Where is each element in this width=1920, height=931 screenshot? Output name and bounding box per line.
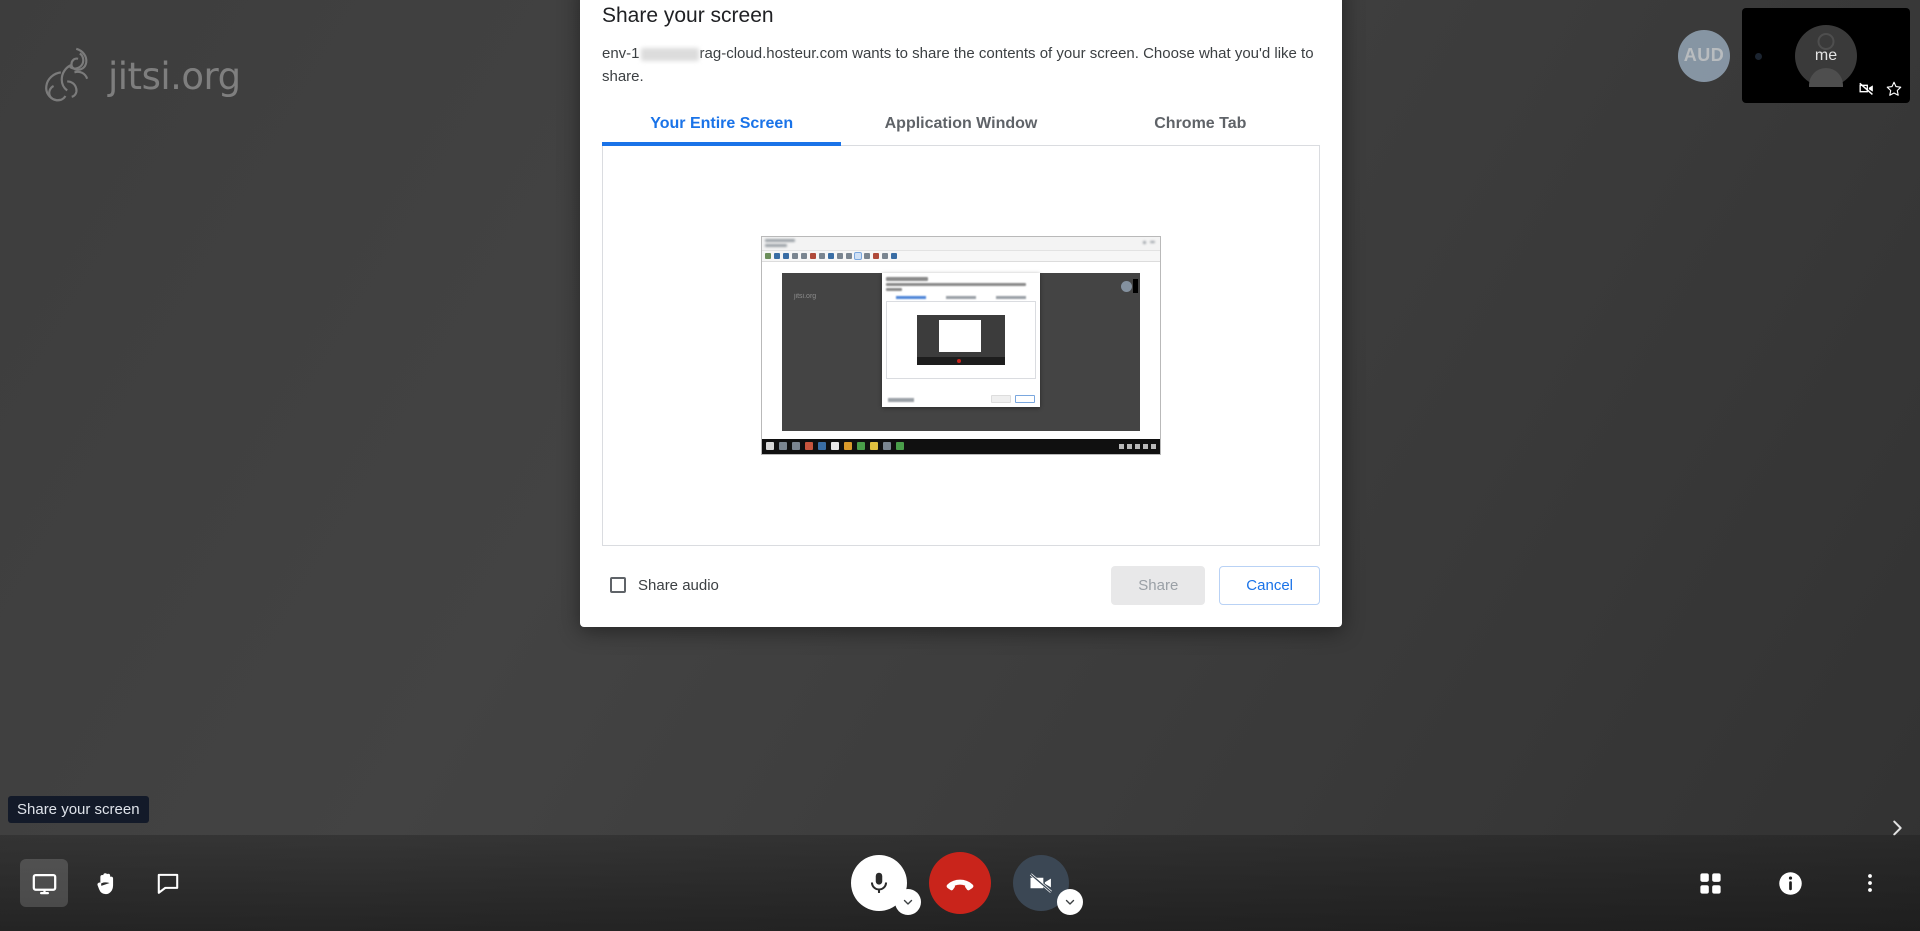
- captured-jitsi-view: jitsi.org: [782, 272, 1140, 431]
- camera-disabled-icon: [1029, 873, 1052, 893]
- captured-watermark: jitsi.org: [794, 292, 817, 300]
- tab-chrome-tab[interactable]: Chrome Tab: [1081, 109, 1320, 145]
- tab-entire-screen[interactable]: Your Entire Screen: [602, 109, 842, 146]
- raise-hand-button[interactable]: [82, 859, 130, 907]
- microphone-menu-button[interactable]: [895, 889, 921, 915]
- tile-view-button[interactable]: [1686, 859, 1734, 907]
- camera-disabled-icon: [1859, 82, 1873, 96]
- raised-hand-icon: [97, 872, 113, 894]
- self-avatar: me: [1795, 24, 1857, 87]
- toolbar-left-group: [20, 859, 192, 907]
- phone-hangup-icon: [946, 879, 974, 891]
- avatar-initials: AUD: [1683, 45, 1725, 65]
- more-vertical-icon: [1868, 874, 1872, 892]
- hangup-button[interactable]: [929, 852, 991, 914]
- captured-window-titlebar: [762, 236, 1160, 251]
- toolbar-right-group: [1686, 859, 1894, 907]
- jitsi-watermark: jitsi.org: [40, 45, 241, 107]
- screen-share-icon: [32, 873, 56, 894]
- share-screen-tooltip: Share your screen: [8, 796, 149, 823]
- dialog-title: Share your screen: [602, 4, 774, 27]
- tile-view-icon: [1699, 872, 1721, 894]
- captured-page-body: jitsi.org: [762, 262, 1160, 439]
- redacted-origin: [640, 47, 699, 61]
- source-type-tabs: Your Entire Screen Application Window Ch…: [602, 109, 1320, 146]
- chevron-down-icon: [903, 899, 913, 905]
- entire-screen-thumbnail[interactable]: jitsi.org: [761, 235, 1161, 455]
- star-icon[interactable]: [1885, 80, 1903, 98]
- microphone-button[interactable]: [851, 855, 921, 915]
- chat-button[interactable]: [144, 859, 192, 907]
- filmstrip: AUD me: [1678, 8, 1910, 103]
- dialog-origin-prefix: env-1: [602, 45, 640, 62]
- connection-indicator-icon: [1755, 53, 1762, 60]
- share-screen-button[interactable]: [20, 859, 68, 907]
- captured-window-toolbar: [762, 250, 1160, 262]
- captured-taskbar: [762, 438, 1160, 454]
- conference-toolbar: [0, 835, 1920, 931]
- self-video-thumbnail[interactable]: me: [1742, 8, 1910, 103]
- camera-button[interactable]: [1013, 855, 1083, 915]
- jitsi-conference-root: jitsi.org AUD me Share your screen Share…: [0, 0, 1920, 931]
- jitsi-logo-icon: [45, 47, 89, 102]
- chat-bubble-icon: [157, 873, 179, 894]
- share-audio-label: Share audio: [638, 576, 719, 594]
- captured-dialog-buttons: [991, 394, 1035, 403]
- participant-avatar-aud[interactable]: AUD: [1678, 29, 1730, 82]
- self-display-name: me: [1814, 46, 1838, 64]
- toolbar-center-group: [851, 852, 1083, 915]
- thumbnail-status-icons: [1857, 79, 1903, 98]
- cancel-button[interactable]: Cancel: [1219, 565, 1320, 605]
- microphone-icon: [870, 872, 888, 893]
- more-options-button[interactable]: [1846, 859, 1894, 907]
- dialog-description-text: rag-cloud.hosteur.com wants to share the…: [602, 45, 1314, 86]
- chevron-down-icon: [1065, 899, 1075, 905]
- share-audio-checkbox[interactable]: [610, 577, 626, 593]
- share-audio-checkbox-row[interactable]: Share audio: [610, 577, 719, 594]
- camera-menu-button[interactable]: [1057, 889, 1083, 915]
- person-body-icon: [1809, 67, 1843, 87]
- source-preview-pane: jitsi.org: [602, 145, 1320, 546]
- captured-share-dialog: [882, 272, 1040, 407]
- captured-thumbnail: [1133, 278, 1138, 293]
- dialog-footer: Share audio Share Cancel: [602, 546, 1320, 627]
- captured-share-audio: [888, 397, 914, 402]
- captured-avatar: [1121, 280, 1132, 292]
- captured-tabs: [886, 295, 1036, 299]
- dialog-action-buttons: Share Cancel: [1111, 565, 1320, 605]
- screen-share-dialog: Share your screen env-1 rag-cloud.hosteur…: [580, 0, 1342, 627]
- share-button[interactable]: Share: [1111, 565, 1206, 605]
- dialog-description: env-1 rag-cloud.hosteur.com wants to shar…: [602, 28, 1314, 89]
- info-circle-icon: [1778, 871, 1802, 895]
- captured-preview: [886, 300, 1036, 379]
- tab-application-window[interactable]: Application Window: [841, 109, 1080, 145]
- watermark-label: jitsi.org: [108, 54, 241, 98]
- info-button[interactable]: [1766, 859, 1814, 907]
